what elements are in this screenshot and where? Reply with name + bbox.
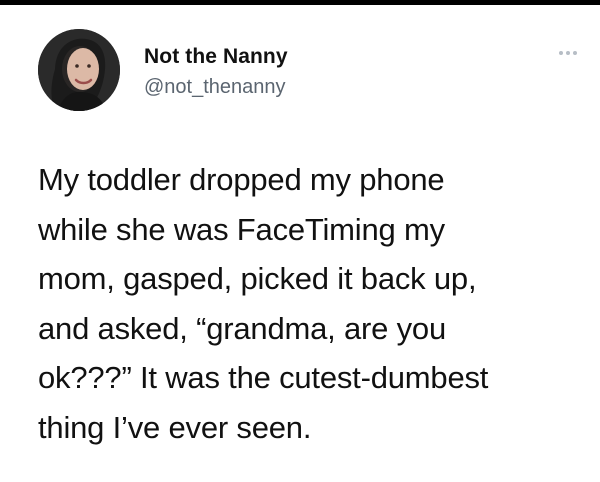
dot-icon bbox=[573, 51, 577, 55]
avatar[interactable] bbox=[38, 29, 120, 111]
tweet-card: Not the Nanny @not_thenanny My toddler d… bbox=[0, 0, 600, 482]
tweet-text: My toddler dropped my phone while she wa… bbox=[38, 162, 489, 445]
dot-icon bbox=[566, 51, 570, 55]
tweet-author: Not the Nanny @not_thenanny bbox=[144, 43, 288, 101]
user-handle[interactable]: @not_thenanny bbox=[144, 73, 288, 101]
ellipsis-icon[interactable] bbox=[554, 48, 582, 58]
dot-icon bbox=[559, 51, 563, 55]
display-name[interactable]: Not the Nanny bbox=[144, 43, 288, 71]
profile-photo-icon bbox=[38, 29, 120, 111]
